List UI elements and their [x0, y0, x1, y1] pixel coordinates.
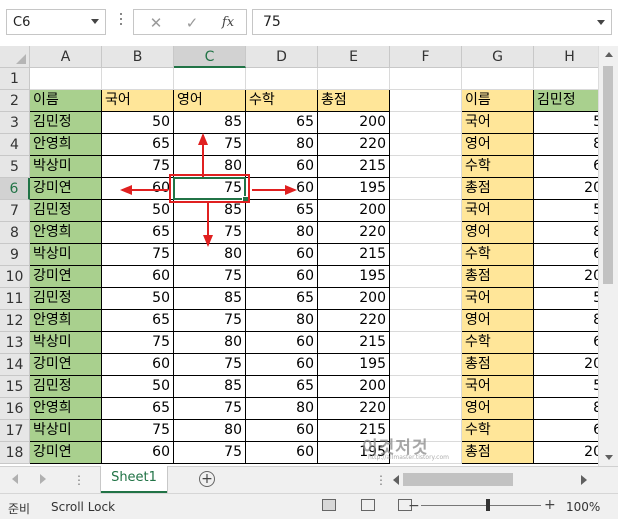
scroll-left-icon[interactable] — [393, 475, 399, 485]
zoom-in-button[interactable]: + — [544, 497, 556, 513]
expand-formula-icon[interactable] — [597, 20, 605, 25]
direction-arrows — [120, 133, 297, 247]
formula-input[interactable]: 75 — [252, 9, 612, 35]
zoom-slider[interactable] — [421, 505, 541, 506]
scroll-up-icon[interactable] — [605, 52, 613, 57]
next-sheet-icon[interactable] — [40, 474, 46, 484]
split-handle-icon[interactable]: ⋮ — [375, 474, 387, 486]
chevron-down-icon[interactable] — [91, 19, 99, 24]
formula-buttons: ✕ ✓ fx — [133, 9, 247, 35]
arrow-up-icon — [198, 133, 208, 177]
status-bar: 준비 Scroll Lock − + 100% — [0, 493, 618, 519]
horizontal-scroll-thumb[interactable] — [403, 473, 513, 486]
formula-bar: C6 ✕ ✓ fx 75 — [0, 0, 618, 46]
scroll-down-icon[interactable] — [605, 455, 613, 460]
status-scroll-lock: Scroll Lock — [51, 500, 116, 514]
name-box-value: C6 — [13, 15, 31, 30]
zoom-level[interactable]: 100% — [566, 500, 600, 514]
sheet-tab[interactable]: Sheet1 — [101, 466, 167, 493]
arrow-left-icon — [120, 185, 168, 195]
formula-value: 75 — [263, 14, 281, 30]
enter-icon[interactable]: ✓ — [182, 13, 202, 33]
zoom-out-button[interactable]: − — [408, 498, 420, 514]
previous-sheet-icon[interactable] — [12, 474, 18, 484]
name-box[interactable]: C6 — [6, 9, 106, 35]
more-sheets-icon[interactable]: ⋮ — [73, 474, 85, 486]
more-options-icon — [119, 13, 123, 33]
page-layout-view-icon[interactable] — [361, 499, 375, 511]
arrow-down-icon — [203, 203, 213, 247]
normal-view-icon[interactable] — [322, 499, 336, 511]
insert-function-button[interactable]: fx — [218, 13, 238, 33]
watermark-url: http://allmaster.tistory.com — [368, 454, 449, 461]
worksheet-grid[interactable]: A B C D E F G H 1 2 3 4 5 6 7 8 9 10 11 12 13 14 15 16 17 18 이름 국어 영… — [0, 46, 598, 466]
arrow-right-icon — [252, 185, 297, 195]
vertical-scrollbar[interactable] — [598, 46, 618, 466]
status-ready: 준비 — [8, 502, 31, 516]
cancel-icon[interactable]: ✕ — [146, 13, 166, 33]
zoom-slider-handle[interactable] — [486, 499, 490, 511]
sheet-tab-bar: ⋮ Sheet1 + ⋮ — [0, 466, 618, 493]
scroll-right-icon[interactable] — [581, 475, 587, 485]
vertical-scroll-thumb[interactable] — [603, 66, 613, 284]
add-sheet-icon[interactable]: + — [199, 471, 215, 487]
